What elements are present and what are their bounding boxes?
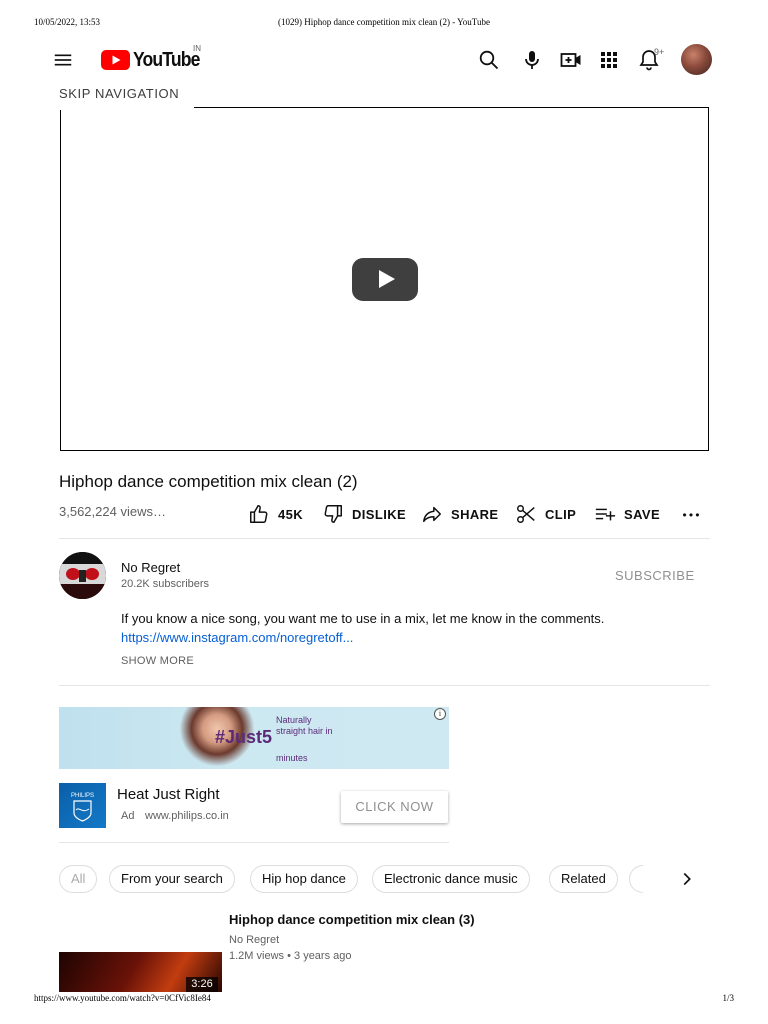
related-video-views: 1.2M views	[229, 950, 285, 962]
channel-avatar-image	[59, 552, 106, 599]
print-header: 10/05/2022, 13:53 (1029) Hiphop dance co…	[0, 17, 768, 31]
ad-info-icon[interactable]: i	[434, 708, 446, 720]
like-count: 45K	[278, 506, 304, 522]
clip-button[interactable]: CLIP	[515, 503, 576, 525]
thumbs-up-icon	[250, 505, 268, 523]
ad-title[interactable]: Heat Just Right	[117, 786, 220, 803]
divider	[59, 685, 710, 686]
meta-separator: •	[287, 950, 291, 962]
masthead: YouTube IN 9+	[0, 40, 768, 80]
create-video-icon[interactable]	[559, 48, 583, 72]
account-avatar[interactable]	[681, 44, 712, 75]
chip-all[interactable]: All	[59, 865, 98, 893]
country-code: IN	[193, 44, 201, 53]
video-duration: 3:26	[186, 977, 218, 992]
chip-related[interactable]: Related	[549, 865, 618, 893]
view-count[interactable]: 3,562,224 views…	[59, 504, 166, 519]
playlist-add-icon	[595, 508, 616, 521]
clip-label: CLIP	[545, 506, 577, 522]
share-button[interactable]: SHARE	[421, 503, 499, 525]
ad-domain: www.philips.co.in	[145, 810, 229, 822]
subscriber-count: 20.2K subscribers	[121, 578, 210, 590]
related-video-meta: 1.2M views • 3 years ago	[229, 950, 352, 962]
share-icon	[423, 506, 441, 523]
print-url: https://www.youtube.com/watch?v=0CfVic8I…	[34, 993, 211, 1003]
description-link[interactable]: https://www.instagram.com/noregretoff...	[121, 630, 353, 645]
chip-electronic-dance-music[interactable]: Electronic dance music	[372, 865, 530, 893]
related-video-channel[interactable]: No Regret	[229, 934, 279, 946]
search-icon[interactable]	[477, 48, 501, 72]
video-title: Hiphop dance competition mix clean (2)	[59, 472, 358, 491]
more-actions-icon[interactable]	[680, 503, 702, 525]
menu-icon[interactable]	[52, 49, 74, 71]
show-more-button[interactable]: SHOW MORE	[121, 655, 194, 667]
ad-banner-hashtag: #Just5	[215, 727, 273, 747]
description-text: If you know a nice song, you want me to …	[121, 611, 605, 626]
youtube-play-logo-icon	[101, 50, 130, 70]
chip-from-your-search[interactable]: From your search	[109, 865, 235, 893]
save-button[interactable]: SAVE	[594, 503, 660, 525]
play-button[interactable]	[352, 258, 418, 301]
save-label: SAVE	[624, 506, 661, 522]
divider	[59, 842, 449, 843]
channel-avatar[interactable]	[59, 552, 106, 599]
ad-banner-line2: straight hair in	[276, 726, 333, 736]
notification-count-badge: 9+	[654, 47, 665, 57]
philips-logo-icon: PHILIPS	[71, 793, 94, 822]
chip-partial[interactable]	[629, 865, 643, 893]
chip-hip-hop-dance[interactable]: Hip hop dance	[250, 865, 358, 893]
logo-text: YouTube	[133, 48, 200, 71]
microphone-icon[interactable]	[520, 48, 544, 72]
like-button[interactable]: 45K	[248, 503, 303, 525]
brand-logo-text: PHILIPS	[71, 793, 94, 799]
apps-grid-icon[interactable]	[597, 48, 621, 72]
channel-name[interactable]: No Regret	[121, 560, 180, 575]
ad-brand-logo[interactable]: PHILIPS	[59, 783, 106, 828]
print-footer: https://www.youtube.com/watch?v=0CfVic8I…	[0, 993, 768, 1007]
dislike-label: DISLIKE	[352, 506, 407, 522]
ad-banner-line3: minutes	[276, 753, 308, 763]
ad-cta-button[interactable]: CLICK NOW	[341, 791, 448, 823]
skip-navigation-link[interactable]: SKIP NAVIGATION	[59, 86, 179, 101]
divider	[59, 538, 710, 539]
print-page-title: (1029) Hiphop dance competition mix clea…	[278, 17, 490, 27]
dislike-button[interactable]: DISLIKE	[322, 503, 406, 525]
thumbs-down-icon	[324, 505, 342, 523]
scissors-icon	[517, 505, 535, 523]
print-page-number: 1/3	[722, 993, 734, 1003]
player-border-gap	[59, 104, 194, 110]
related-video-title[interactable]: Hiphop dance competition mix clean (3)	[229, 912, 475, 927]
related-video-age: 3 years ago	[294, 950, 352, 962]
chevron-right-icon[interactable]	[676, 868, 698, 890]
share-label: SHARE	[451, 506, 499, 522]
subscribe-button[interactable]: SUBSCRIBE	[615, 568, 695, 583]
ad-badge: Ad	[121, 810, 135, 822]
ad-banner-line1: Naturally	[276, 715, 312, 725]
